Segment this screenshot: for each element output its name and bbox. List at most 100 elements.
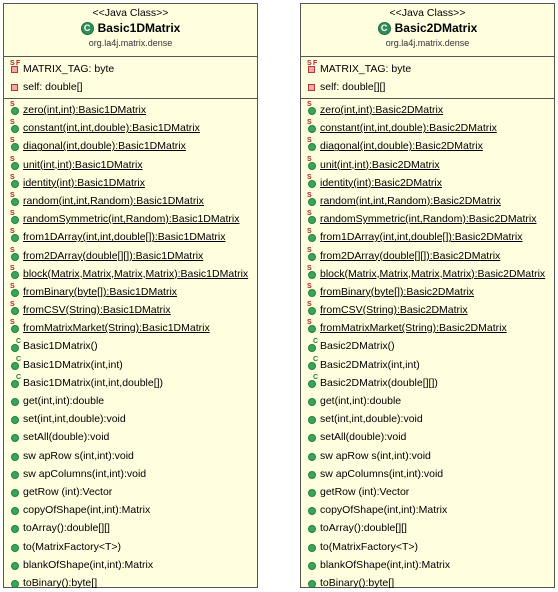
method-label: blankOfShape(int,int):Matrix	[320, 558, 451, 571]
method-row[interactable]: copyOfShape(int,int):Matrix	[301, 501, 554, 519]
field-row[interactable]: self: double[]	[4, 78, 257, 96]
method-label: set(int,int,double):void	[320, 413, 423, 426]
method-row[interactable]: Szero(int,int):Basic2DMatrix	[301, 101, 554, 119]
field-row[interactable]: self: double[][]	[301, 78, 554, 96]
method-row[interactable]: sw apColumns(int,int):void	[301, 465, 554, 483]
method-row[interactable]: C Basic1DMatrix(int,int)	[4, 356, 257, 374]
method-row[interactable]: Srandom(int,int,Random):Basic2DMatrix	[301, 192, 554, 210]
public-method-icon	[10, 486, 21, 498]
method-row[interactable]: Sdiagonal(int,double):Basic1DMatrix	[4, 137, 257, 155]
method-row[interactable]: toArray():double[][]	[4, 519, 257, 537]
method-row[interactable]: set(int,int,double):void	[4, 410, 257, 428]
constructor-icon: C	[10, 356, 21, 371]
method-row[interactable]: get(int,int):double	[301, 392, 554, 410]
method-row[interactable]: setAll(double):void	[4, 428, 257, 446]
class-box-basic2dmatrix[interactable]: <<Java Class>> C Basic2DMatrix org.la4j.…	[300, 3, 555, 589]
method-row[interactable]: C Basic1DMatrix()	[4, 337, 257, 355]
method-label: from1DArray(int,int,double[]):Basic1DMat…	[23, 231, 226, 244]
stereotype-label: <<Java Class>>	[389, 7, 466, 19]
method-row[interactable]: Sidentity(int):Basic1DMatrix	[4, 174, 257, 192]
static-method-icon: S	[307, 228, 318, 243]
method-label: zero(int,int):Basic2DMatrix	[320, 104, 444, 116]
method-row[interactable]: Sblock(Matrix,Matrix,Matrix,Matrix):Basi…	[4, 265, 257, 283]
method-row[interactable]: C Basic2DMatrix(double[][])	[301, 374, 554, 392]
method-row[interactable]: Sfrom1DArray(int,int,double[]):Basic1DMa…	[4, 228, 257, 246]
method-row[interactable]: setAll(double):void	[301, 428, 554, 446]
method-row[interactable]: Sunit(int,int):Basic2DMatrix	[301, 156, 554, 174]
method-row[interactable]: blankOfShape(int,int):Matrix	[301, 556, 554, 574]
method-row[interactable]: Srandom(int,int,Random):Basic1DMatrix	[4, 192, 257, 210]
method-label: from2DArray(double[][]):Basic1DMatrix	[23, 249, 204, 262]
method-row[interactable]: Sconstant(int,int,double):Basic1DMatrix	[4, 119, 257, 137]
method-row[interactable]: C Basic2DMatrix(int,int)	[301, 356, 554, 374]
public-method-icon	[307, 395, 318, 407]
method-row[interactable]: Sfrom1DArray(int,int,double[]):Basic2DMa…	[301, 228, 554, 246]
method-row[interactable]: get(int,int):double	[4, 392, 257, 410]
method-row[interactable]: Sconstant(int,int,double):Basic2DMatrix	[301, 119, 554, 137]
static-method-icon: S	[307, 247, 318, 262]
method-row[interactable]: SfromCSV(String):Basic1DMatrix	[4, 301, 257, 319]
method-row[interactable]: C Basic2DMatrix()	[301, 337, 554, 355]
method-row[interactable]: SfromMatrixMarket(String):Basic1DMatrix	[4, 319, 257, 337]
method-label: constant(int,int,double):Basic2DMatrix	[320, 122, 497, 135]
public-method-icon	[10, 559, 21, 571]
method-row[interactable]: SfromMatrixMarket(String):Basic2DMatrix	[301, 319, 554, 337]
method-row[interactable]: Sblock(Matrix,Matrix,Matrix,Matrix):Basi…	[301, 265, 554, 283]
static-method-icon: S	[10, 247, 21, 262]
static-method-icon: S	[10, 301, 21, 316]
method-row[interactable]: sw apRow s(int,int):void	[4, 447, 257, 465]
field-row[interactable]: S F MATRIX_TAG: byte	[301, 60, 554, 78]
method-row[interactable]: toBinary():byte[]	[301, 574, 554, 592]
method-label: blankOfShape(int,int):Matrix	[23, 558, 154, 571]
method-label: Basic1DMatrix()	[23, 340, 98, 353]
method-label: sw apColumns(int,int):void	[23, 467, 147, 480]
static-method-icon: S	[307, 192, 318, 207]
method-label: get(int,int):double	[23, 395, 105, 407]
field-row[interactable]: S F MATRIX_TAG: byte	[4, 60, 257, 78]
static-method-icon: S	[307, 137, 318, 152]
class-box-basic1dmatrix[interactable]: <<Java Class>> C Basic1DMatrix org.la4j.…	[3, 3, 258, 589]
method-row[interactable]: sw apColumns(int,int):void	[4, 465, 257, 483]
method-row[interactable]: blankOfShape(int,int):Matrix	[4, 556, 257, 574]
method-row[interactable]: set(int,int,double):void	[301, 410, 554, 428]
method-row[interactable]: getRow (int):Vector	[4, 483, 257, 501]
method-row[interactable]: Sfrom2DArray(double[][]):Basic1DMatrix	[4, 247, 257, 265]
method-row[interactable]: copyOfShape(int,int):Matrix	[4, 501, 257, 519]
static-final-field-icon: SF	[10, 60, 21, 75]
method-row[interactable]: C Basic1DMatrix(int,int,double[])	[4, 374, 257, 392]
method-row[interactable]: SrandomSymmetric(int,Random):Basic2DMatr…	[301, 210, 554, 228]
method-label: fromBinary(byte[]):Basic1DMatrix	[23, 285, 178, 298]
method-row[interactable]: Szero(int,int):Basic1DMatrix	[4, 101, 257, 119]
method-label: copyOfShape(int,int):Matrix	[23, 504, 151, 517]
method-label: randomSymmetric(int,Random):Basic2DMatri…	[320, 213, 537, 226]
method-row[interactable]: to(MatrixFactory<T>)	[301, 538, 554, 556]
fields-compartment: S F MATRIX_TAG: byte self: double[]	[4, 57, 257, 99]
method-row[interactable]: toBinary():byte[]	[4, 574, 257, 592]
static-method-icon: S	[10, 283, 21, 298]
method-row[interactable]: getRow (int):Vector	[301, 483, 554, 501]
method-row[interactable]: sw apRow s(int,int):void	[301, 447, 554, 465]
method-row[interactable]: to(MatrixFactory<T>)	[4, 538, 257, 556]
method-row[interactable]: Sidentity(int):Basic2DMatrix	[301, 174, 554, 192]
field-label: MATRIX_TAG: byte	[320, 63, 412, 75]
method-row[interactable]: Sdiagonal(int,double):Basic2DMatrix	[301, 137, 554, 155]
public-method-icon	[307, 522, 318, 534]
method-row[interactable]: toArray():double[][]	[301, 519, 554, 537]
method-row[interactable]: SfromBinary(byte[]):Basic2DMatrix	[301, 283, 554, 301]
static-method-icon: S	[307, 174, 318, 189]
method-row[interactable]: Sfrom2DArray(double[][]):Basic2DMatrix	[301, 247, 554, 265]
method-label: Basic2DMatrix(int,int)	[320, 358, 420, 371]
method-label: unit(int,int):Basic2DMatrix	[320, 158, 440, 171]
method-row[interactable]: SfromBinary(byte[]):Basic1DMatrix	[4, 283, 257, 301]
public-method-icon	[10, 541, 21, 553]
static-method-icon: S	[10, 137, 21, 152]
class-header: <<Java Class>> C Basic1DMatrix org.la4j.…	[4, 4, 257, 57]
method-label: fromMatrixMarket(String):Basic2DMatrix	[320, 322, 507, 335]
method-row[interactable]: SfromCSV(String):Basic2DMatrix	[301, 301, 554, 319]
method-row[interactable]: SrandomSymmetric(int,Random):Basic1DMatr…	[4, 210, 257, 228]
method-label: get(int,int):double	[320, 395, 402, 407]
class-header: <<Java Class>> C Basic2DMatrix org.la4j.…	[301, 4, 554, 57]
method-row[interactable]: Sunit(int,int):Basic1DMatrix	[4, 156, 257, 174]
package-label: org.la4j.matrix.dense	[385, 38, 470, 48]
method-label: toArray():double[][]	[320, 522, 407, 535]
